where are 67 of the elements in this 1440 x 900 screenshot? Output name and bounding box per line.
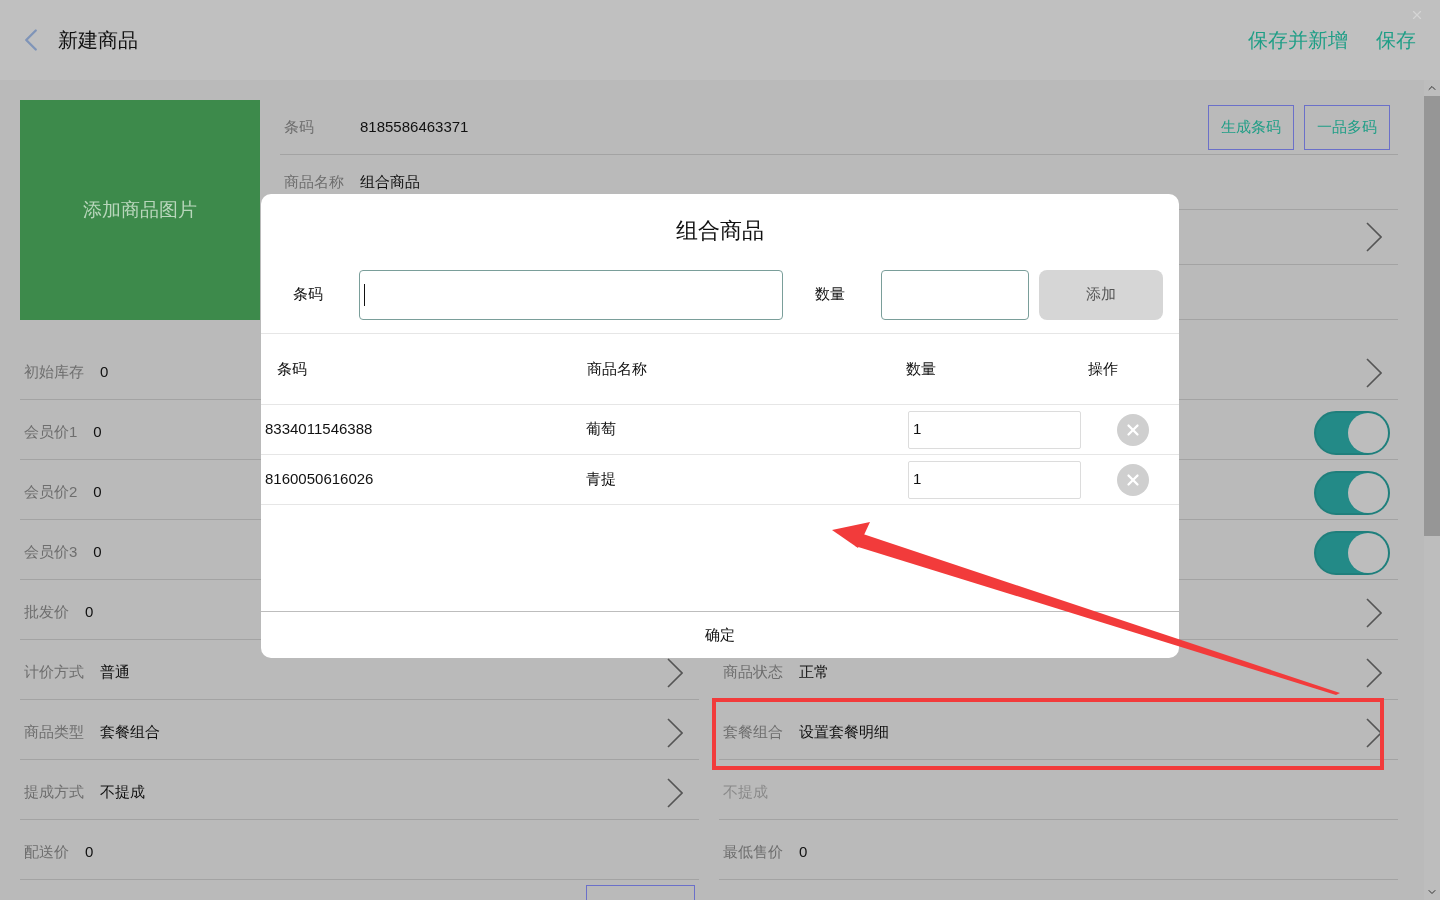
remove-button[interactable] (1117, 463, 1149, 496)
chevron-right-icon (667, 717, 683, 748)
barcode-input[interactable] (359, 269, 783, 320)
quantity-input[interactable] (881, 269, 1029, 320)
field-label: 条码 (284, 116, 315, 137)
field-value: 组合商品 (360, 171, 420, 192)
field-value: 0 (93, 542, 102, 563)
field-label: 套餐组合 (723, 722, 783, 743)
field-value: 0 (93, 422, 102, 443)
field-label: 配送价 (24, 842, 69, 863)
field-label: 批发价 (24, 602, 69, 623)
toggle-switch[interactable] (1314, 530, 1390, 575)
field-value: 1 (913, 469, 922, 490)
field-value: 正常 (799, 662, 829, 683)
toggle-switch[interactable] (1314, 470, 1390, 515)
add-image-area[interactable]: 添加商品图片 (20, 100, 260, 320)
field-value: 1 (913, 419, 922, 440)
field-value: 8185586463371 (360, 116, 469, 137)
field-label: 会员价1 (24, 422, 78, 443)
quantity-field[interactable]: 1 (908, 410, 1081, 449)
column-header: 操作 (1088, 358, 1118, 379)
field-value: 0 (100, 362, 109, 383)
chevron-right-icon (1366, 657, 1382, 688)
field-label: 提成方式 (24, 782, 84, 803)
outline-button[interactable]: 生成条码 (1208, 104, 1294, 150)
field-label: 最低售价 (723, 842, 783, 863)
chevron-right-icon (667, 777, 683, 808)
field-value: 套餐组合 (100, 722, 160, 743)
field-label: 会员价2 (24, 482, 78, 503)
table-cell-text: 青提 (586, 469, 617, 490)
confirm-button[interactable]: 确定 (261, 612, 1179, 658)
field-value: 0 (85, 842, 94, 863)
field-value: 设置套餐明细 (799, 722, 889, 743)
page-title: 新建商品 (58, 28, 138, 53)
field-label: 数量 (815, 284, 846, 305)
field-label: 商品名称 (284, 171, 345, 192)
table-cell-text: 8160050616026 (264, 469, 375, 490)
outline-button[interactable]: 一品多码 (1304, 104, 1390, 150)
quantity-field[interactable]: 1 (908, 460, 1081, 499)
column-header: 条码 (276, 358, 308, 379)
chevron-right-icon (1366, 222, 1382, 252)
header-action[interactable]: 保存并新增 (1248, 25, 1348, 55)
field-value: 0 (799, 842, 808, 863)
toggle-switch[interactable] (1314, 410, 1390, 455)
add-image-text: 添加商品图片 (83, 197, 197, 222)
column-header: 商品名称 (587, 358, 648, 379)
column-header: 数量 (906, 358, 937, 379)
add-button[interactable]: 添加 (1039, 269, 1163, 320)
field-value: 不提成 (100, 782, 145, 803)
table-cell-text: 葡萄 (586, 419, 617, 440)
field-value: 普通 (100, 662, 130, 683)
chevron-right-icon (1366, 717, 1382, 748)
dialog-title: 组合商品 (676, 216, 764, 245)
field-label: 商品状态 (723, 662, 783, 683)
field-value: 0 (85, 602, 94, 623)
table-cell-text: 8334011546388 (264, 419, 374, 440)
field-label: 计价方式 (24, 662, 84, 683)
field-label: 商品类型 (24, 722, 84, 743)
field-value: 0 (93, 482, 102, 503)
field-label: 条码 (292, 284, 324, 305)
field-label: 会员价3 (24, 542, 78, 563)
header-action[interactable]: 保存 (1376, 25, 1416, 55)
chevron-right-icon (1366, 597, 1382, 628)
chevron-right-icon (1366, 357, 1382, 388)
remove-button[interactable] (1117, 413, 1149, 446)
field-label: 初始库存 (24, 362, 84, 383)
chevron-right-icon (667, 657, 683, 688)
